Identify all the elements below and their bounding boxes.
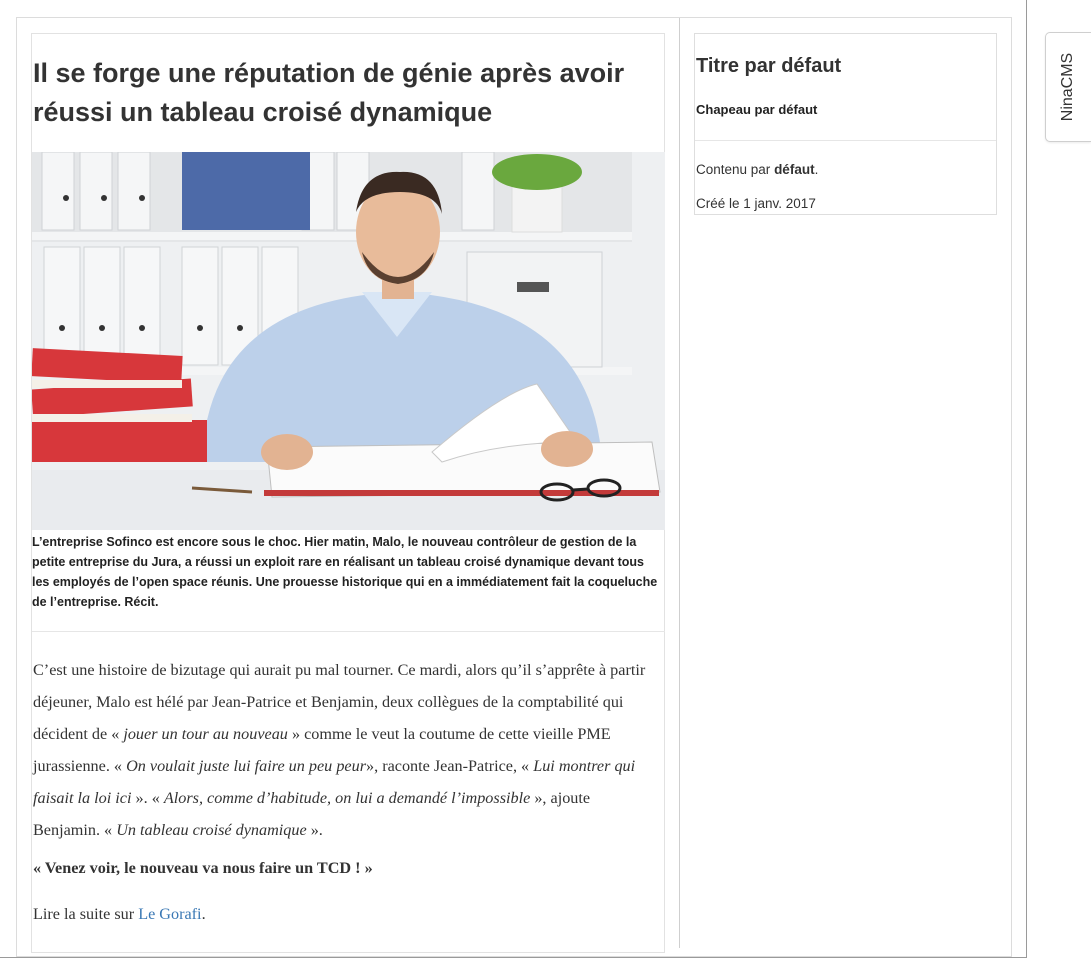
read-more-prefix: Lire la suite sur	[33, 905, 139, 923]
text-run: ». «	[131, 789, 164, 807]
read-more-suffix: .	[201, 905, 206, 923]
sidebar-title: Titre par défaut	[696, 55, 842, 77]
sidebar-card: Titre par défaut Chapeau par défaut Cont…	[694, 33, 997, 215]
sidebar-content-prefix: Contenu par	[696, 162, 775, 177]
sidebar-content-bold: défaut	[774, 162, 815, 177]
ninacms-tab[interactable]: NinaCMS	[1045, 32, 1091, 142]
article-body: C’est une histoire de bizutage qui aurai…	[33, 654, 661, 923]
article-lead: L’entreprise Sofinco est encore sous le …	[32, 535, 658, 609]
article-paragraph: C’est une histoire de bizutage qui aurai…	[33, 654, 661, 846]
sidebar-chapeau: Chapeau par défaut	[696, 102, 818, 117]
italic-quote: On voulait juste lui faire un peu peur	[126, 757, 366, 775]
italic-quote: Alors, comme d’habitude, on lui a demand…	[163, 789, 531, 807]
column-divider	[679, 18, 680, 948]
sidebar-created-date: Créé le 1 janv. 2017	[696, 196, 816, 211]
sidebar-content-suffix: .	[814, 162, 819, 177]
sidebar-divider	[695, 140, 996, 141]
read-more: Lire la suite sur Le Gorafi.	[33, 905, 661, 923]
ninacms-tab-label: NinaCMS	[1059, 52, 1077, 122]
text-run: », raconte Jean-Patrice, «	[366, 757, 534, 775]
lead-divider	[32, 631, 665, 632]
italic-quote: jouer un tour au nouveau	[123, 725, 288, 743]
sidebar-content: Contenu par défaut.	[696, 162, 818, 177]
source-link[interactable]: Le Gorafi	[138, 905, 201, 923]
text-run: ».	[306, 821, 323, 839]
pull-quote: « Venez voir, le nouveau va nous faire u…	[33, 859, 373, 877]
article-photo	[32, 152, 665, 530]
article-title: Il se forge une réputation de génie aprè…	[33, 58, 625, 127]
italic-quote: Un tableau croisé dynamique	[116, 821, 307, 839]
article-card: Il se forge une réputation de génie aprè…	[31, 33, 665, 953]
